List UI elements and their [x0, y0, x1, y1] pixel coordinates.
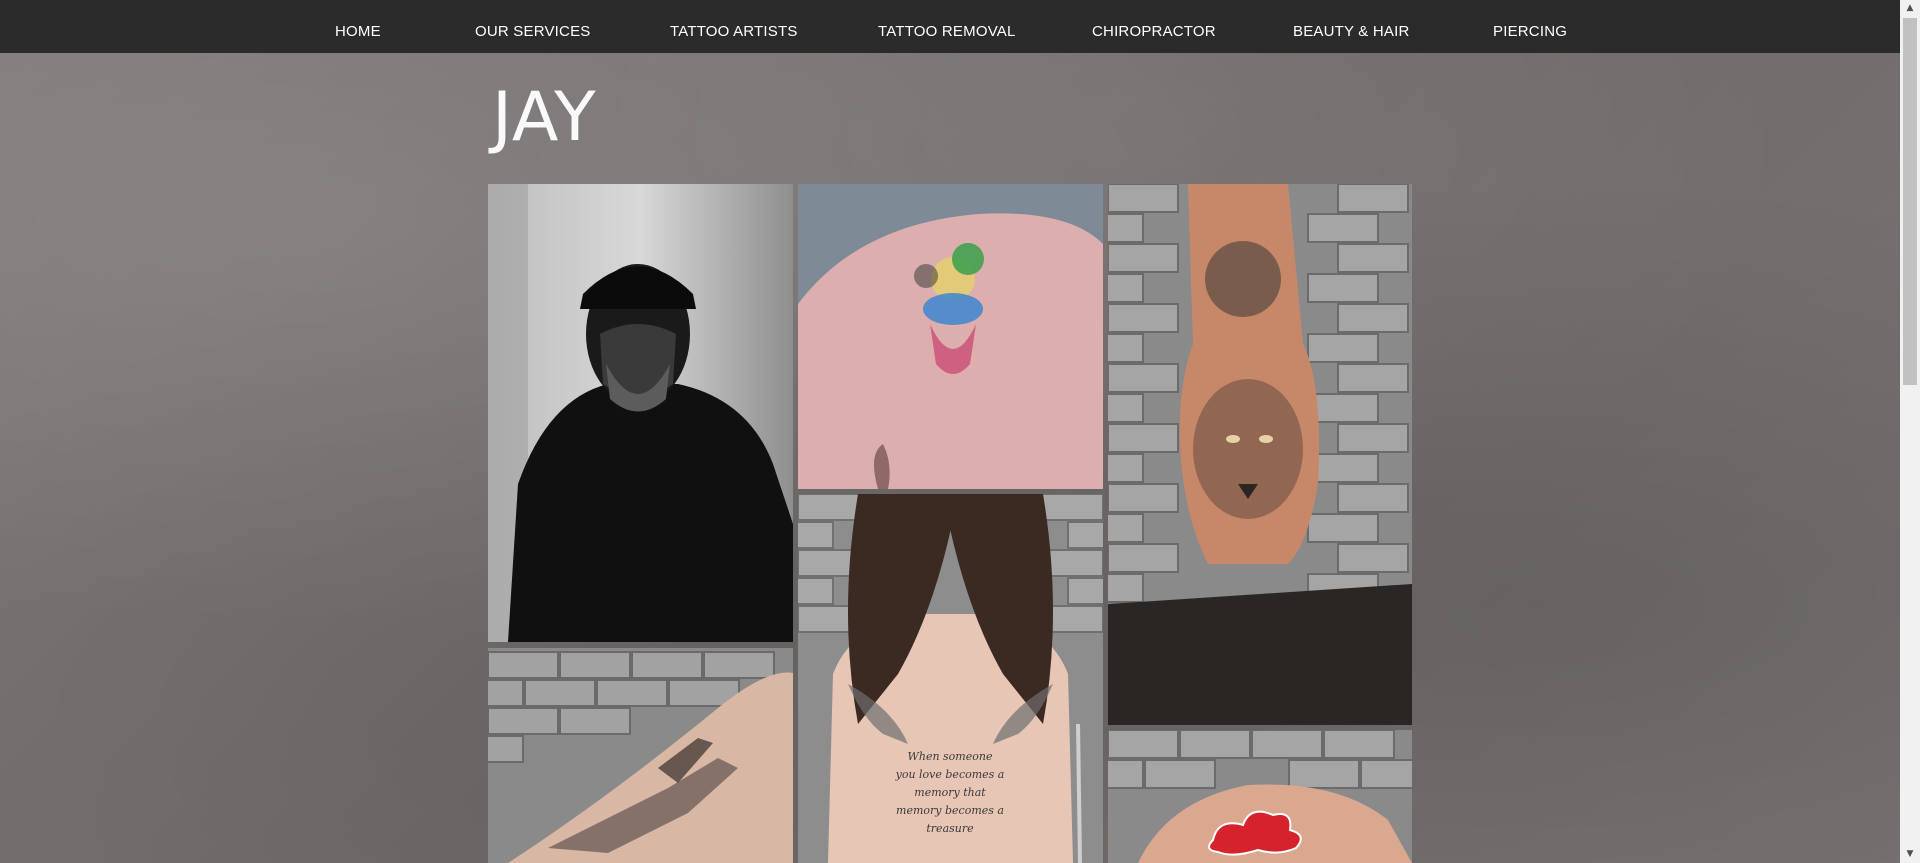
nav-piercing[interactable]: PIERCING [1493, 0, 1567, 53]
gallery-photo-mickey-shoulder-tattoo[interactable] [798, 184, 1103, 489]
gallery-photo-artist-portrait[interactable] [488, 184, 793, 642]
nav-piercing-label: PIERCING [1493, 23, 1568, 40]
vertical-scrollbar[interactable]: ▲ ▼ [1900, 0, 1920, 863]
nav-tattoo-artists[interactable]: TATTOO ARTISTS [670, 0, 798, 53]
nav-our-services[interactable]: OUR SERVICES [475, 0, 591, 53]
tattoo-script-line-3: memory that [914, 786, 986, 799]
tattoo-script-line-4: memory becomes a [896, 804, 1004, 817]
gallery-photo-plane-arm-tattoo[interactable] [488, 648, 793, 863]
arrow-up-icon[interactable]: ▲ [1900, 0, 1920, 17]
page-title: JAY [492, 78, 597, 157]
nav-home[interactable]: HOME [335, 0, 381, 53]
top-navigation: HOME OUR SERVICES TATTOO ARTISTS TATTOO … [0, 0, 1900, 53]
nav-home-label: HOME [335, 23, 381, 40]
gallery-photo-wings-back-tattoo[interactable]: When someone you love becomes a memory t… [798, 494, 1103, 863]
nav-chiropractor-label: CHIROPRACTOR [1092, 23, 1216, 40]
tattoo-script-line-5: treasure [926, 822, 974, 835]
gallery-photo-lion-hand-tattoo[interactable] [1108, 184, 1412, 725]
nav-tattoo-removal[interactable]: TATTOO REMOVAL [878, 0, 1016, 53]
gallery-photo-red-cloud-shoulder-tattoo[interactable] [1108, 730, 1412, 863]
nav-our-services-label: OUR SERVICES [475, 23, 591, 40]
tattoo-script-line-1: When someone [908, 750, 993, 763]
nav-chiropractor[interactable]: CHIROPRACTOR [1092, 0, 1216, 53]
scrollbar-thumb[interactable] [1903, 18, 1917, 385]
nav-tattoo-artists-label: TATTOO ARTISTS [670, 23, 798, 40]
tattoo-script-line-2: you love becomes a [895, 768, 1005, 781]
arrow-down-icon[interactable]: ▼ [1900, 846, 1920, 863]
nav-beauty-hair[interactable]: BEAUTY & HAIR [1293, 0, 1410, 53]
nav-beauty-hair-label: BEAUTY & HAIR [1293, 23, 1410, 40]
nav-tattoo-removal-label: TATTOO REMOVAL [878, 23, 1016, 40]
